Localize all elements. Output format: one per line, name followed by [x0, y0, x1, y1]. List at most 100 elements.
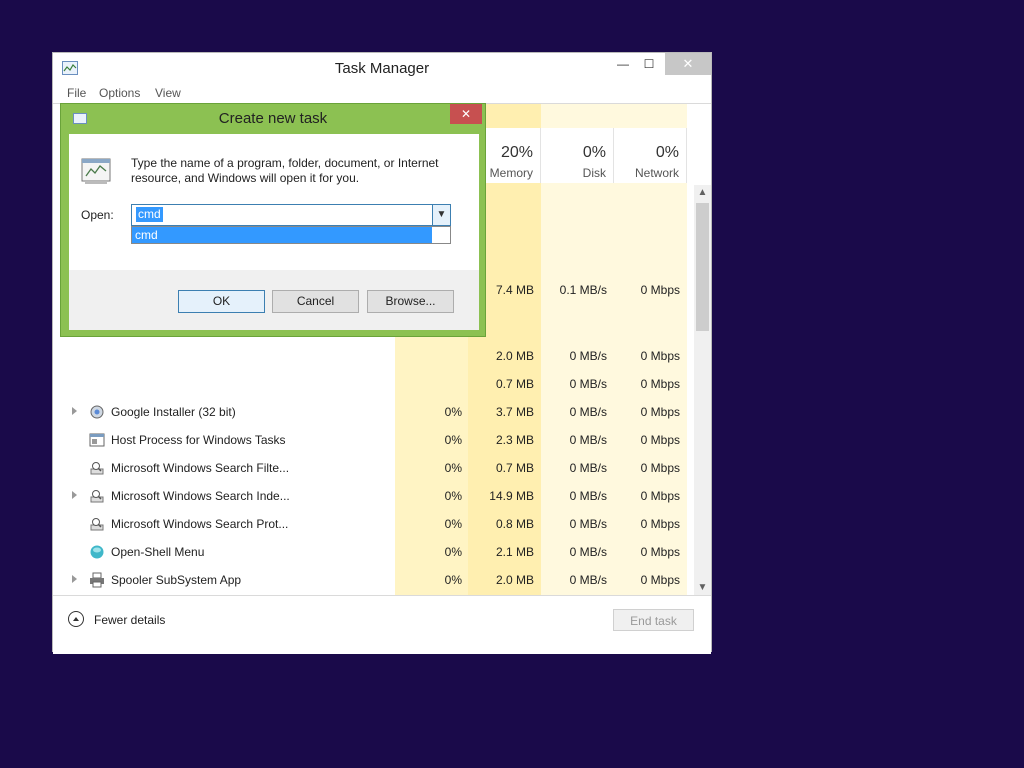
menu-bar: File Options View — [53, 83, 711, 103]
network-cell: 0 Mbps — [640, 517, 680, 531]
ok-button[interactable]: OK — [178, 290, 265, 313]
minimize-button[interactable]: — — [609, 53, 637, 75]
printer-icon — [89, 572, 105, 588]
process-name: Host Process for Windows Tasks — [111, 433, 286, 447]
memory-cell: 3.7 MB — [495, 405, 534, 419]
table-row[interactable]: Google Installer (32 bit) 0% 3.7 MB 0 MB/s 0… — [53, 398, 693, 426]
search-process-icon — [89, 460, 105, 476]
memory-cell: 2.0 MB — [495, 349, 534, 363]
memory-cell: 0.7 MB — [495, 377, 534, 391]
chevron-down-icon[interactable]: ▼ — [432, 205, 450, 225]
maximize-button[interactable]: ☐ — [635, 53, 663, 75]
memory-percent: 20% — [500, 144, 533, 161]
disk-cell: 0 MB/s — [569, 573, 607, 587]
process-name: Open-Shell Menu — [111, 545, 205, 559]
memory-cell: 0.8 MB — [495, 517, 534, 531]
disk-label: Disk — [582, 166, 606, 180]
disk-column-header[interactable]: 0% Disk — [541, 128, 614, 183]
search-process-icon — [89, 488, 105, 504]
task-manager-titlebar[interactable]: Task Manager — ☐ ✕ — [53, 53, 711, 83]
disk-percent: 0% — [582, 144, 606, 161]
network-cell: 0 Mbps — [640, 545, 680, 559]
scroll-up-icon[interactable]: ▲ — [694, 185, 711, 201]
cpu-cell: 0% — [444, 405, 462, 419]
dialog-description: Type the name of a program, folder, docu… — [131, 156, 439, 185]
open-label: Open: — [81, 208, 114, 222]
menu-file[interactable]: File — [67, 86, 86, 100]
disk-cell: 0.1 MB/s — [559, 283, 607, 297]
process-name: Microsoft Windows Search Prot... — [111, 517, 289, 531]
network-percent: 0% — [655, 144, 679, 161]
scroll-down-icon[interactable]: ▼ — [694, 580, 711, 596]
process-name: Spooler SubSystem App — [111, 573, 242, 587]
process-name: Microsoft Windows Search Inde... — [111, 489, 290, 503]
network-cell: 0 Mbps — [640, 405, 680, 419]
open-combobox[interactable]: cmd ▼ — [131, 204, 451, 226]
program-window-icon — [81, 156, 113, 186]
footer: Fewer details End task — [53, 595, 711, 654]
dialog-body: Type the name of a program, folder, docu… — [69, 134, 479, 330]
search-process-icon — [89, 516, 105, 532]
dialog-content — [69, 134, 479, 270]
close-button[interactable]: ✕ — [665, 53, 711, 75]
memory-cell: 2.3 MB — [495, 433, 534, 447]
dialog-close-button[interactable]: ✕ — [450, 104, 482, 124]
memory-cell: 14.9 MB — [489, 489, 534, 503]
cpu-cell: 0% — [444, 573, 462, 587]
host-process-icon — [89, 432, 105, 448]
disk-cell: 0 MB/s — [569, 545, 607, 559]
installer-icon — [89, 404, 105, 420]
table-row[interactable]: Microsoft Windows Search Prot... 0% 0.8 MB… — [53, 510, 693, 538]
disk-cell: 0 MB/s — [569, 349, 607, 363]
cpu-cell: 0% — [444, 461, 462, 475]
autocomplete-item[interactable]: cmd — [132, 227, 432, 243]
disk-cell: 0 MB/s — [569, 461, 607, 475]
memory-cell: 2.1 MB — [495, 545, 534, 559]
disk-cell: 0 MB/s — [569, 377, 607, 391]
table-row[interactable]: Microsoft Windows Search Inde... 0% 14.9 M… — [53, 482, 693, 510]
cpu-cell: 0% — [444, 517, 462, 531]
network-cell: 0 Mbps — [640, 461, 680, 475]
disk-cell: 0 MB/s — [569, 517, 607, 531]
create-task-dialog: Create new task ✕ Type the name of a pro… — [60, 103, 486, 337]
open-input[interactable]: cmd — [136, 207, 163, 222]
table-row[interactable]: Spooler SubSystem App 0% 2.0 MB 0 MB/s 0 Mbp… — [53, 566, 693, 594]
expand-arrow-icon[interactable] — [72, 575, 77, 583]
memory-cell: 0.7 MB — [495, 461, 534, 475]
table-row[interactable]: 2.0 MB 0 MB/s 0 Mbps — [53, 342, 693, 370]
network-cell: 0 Mbps — [640, 283, 680, 297]
process-name: Google Installer (32 bit) — [111, 405, 236, 419]
table-row[interactable]: Host Process for Windows Tasks 0% 2.3 MB 0 … — [53, 426, 693, 454]
fewer-details-link[interactable]: Fewer details — [94, 613, 165, 627]
browse-button[interactable]: Browse... — [367, 290, 454, 313]
end-task-button[interactable]: End task — [613, 609, 694, 631]
network-cell: 0 Mbps — [640, 349, 680, 363]
table-row[interactable]: Microsoft Windows Search Filte... 0% 0.7 M… — [53, 454, 693, 482]
expand-arrow-icon[interactable] — [72, 407, 77, 415]
network-label: Network — [634, 166, 679, 180]
scroll-thumb[interactable] — [696, 203, 709, 331]
cpu-cell: 0% — [444, 489, 462, 503]
menu-view[interactable]: View — [155, 86, 181, 100]
memory-cell: 2.0 MB — [495, 573, 534, 587]
network-cell: 0 Mbps — [640, 433, 680, 447]
dialog-title: Create new task — [218, 110, 328, 127]
table-row[interactable]: 0.7 MB 0 MB/s 0 Mbps — [53, 370, 693, 398]
disk-cell: 0 MB/s — [569, 433, 607, 447]
autocomplete-dropdown: cmd — [131, 226, 451, 244]
expand-arrow-icon[interactable] — [72, 491, 77, 499]
disk-cell: 0 MB/s — [569, 489, 607, 503]
cancel-button[interactable]: Cancel — [272, 290, 359, 313]
cpu-cell: 0% — [444, 433, 462, 447]
network-cell: 0 Mbps — [640, 489, 680, 503]
menu-options[interactable]: Options — [99, 86, 140, 100]
memory-label: Memory — [489, 166, 533, 180]
process-name: Microsoft Windows Search Filte... — [111, 461, 290, 475]
collapse-icon[interactable] — [68, 611, 84, 627]
network-cell: 0 Mbps — [640, 573, 680, 587]
network-cell: 0 Mbps — [640, 377, 680, 391]
shell-icon — [89, 544, 105, 560]
network-column-header[interactable]: 0% Network — [614, 128, 687, 183]
vertical-scrollbar[interactable]: ▲ ▼ — [694, 185, 711, 596]
table-row[interactable]: Open-Shell Menu 0% 2.1 MB 0 MB/s 0 Mbps — [53, 538, 693, 566]
